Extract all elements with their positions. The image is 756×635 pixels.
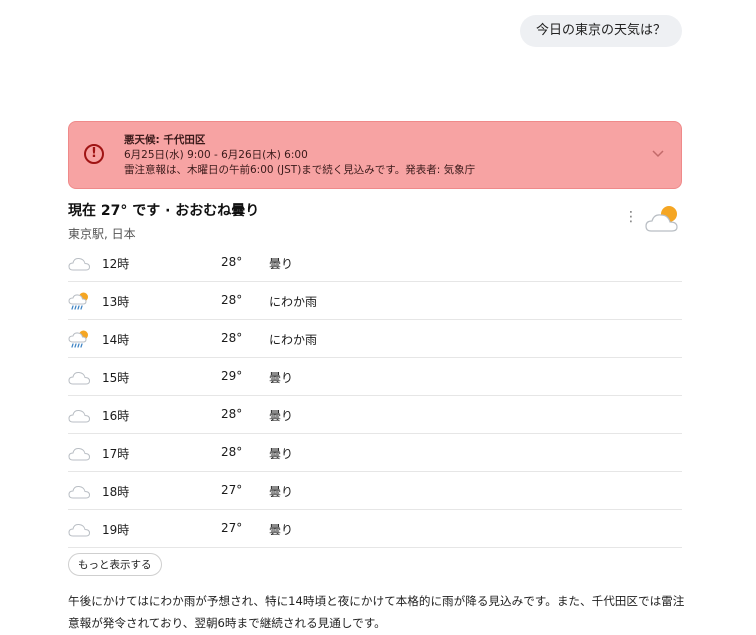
hour-temp: 28° bbox=[221, 407, 243, 421]
hourly-row: 12時 28° 曇り bbox=[68, 244, 682, 282]
hourly-row: 18時 27° 曇り bbox=[68, 472, 682, 510]
hour-temp: 28° bbox=[221, 255, 243, 269]
cloud-icon bbox=[68, 253, 92, 275]
hour-condition: にわか雨 bbox=[269, 333, 318, 347]
chevron-down-icon[interactable] bbox=[651, 146, 665, 160]
current-weather-title: 現在 27° です · おおむね曇り bbox=[68, 203, 260, 219]
current-weather-header: 現在 27° です · おおむね曇り 東京駅, 日本 bbox=[68, 200, 259, 242]
alert-text: 悪天候: 千代田区 6月25日(水) 9:00 - 6月26日(木) 6:00 … bbox=[124, 133, 475, 178]
hour-temp: 27° bbox=[221, 521, 243, 535]
hour-time: 17時 bbox=[102, 447, 130, 461]
hour-time: 18時 bbox=[102, 485, 130, 499]
partly-cloudy-icon bbox=[645, 206, 678, 232]
alert-circle-icon: ! bbox=[84, 144, 104, 164]
hour-temp: 28° bbox=[221, 445, 243, 459]
hour-time: 19時 bbox=[102, 523, 130, 537]
sun-rain-icon bbox=[68, 291, 92, 313]
hour-temp: 28° bbox=[221, 331, 243, 345]
hour-time: 15時 bbox=[102, 371, 130, 385]
hour-time: 13時 bbox=[102, 295, 130, 309]
alert-period: 6月25日(水) 9:00 - 6月26日(木) 6:00 bbox=[124, 149, 308, 161]
hourly-row: 16時 28° 曇り bbox=[68, 396, 682, 434]
hour-temp: 29° bbox=[221, 369, 243, 383]
sun-rain-icon bbox=[68, 329, 92, 351]
alert-detail: 雷注意報は、木曜日の午前6:00 (JST)まで続く見込みです。発表者: 気象庁 bbox=[124, 164, 476, 176]
hourly-row: 14時 28° にわか雨 bbox=[68, 320, 682, 358]
hourly-row: 15時 29° 曇り bbox=[68, 358, 682, 396]
hour-temp: 27° bbox=[221, 483, 243, 497]
hourly-row: 17時 28° 曇り bbox=[68, 434, 682, 472]
cloud-icon bbox=[68, 519, 92, 541]
hourly-row: 13時 28° にわか雨 bbox=[68, 282, 682, 320]
hour-time: 14時 bbox=[102, 333, 130, 347]
hour-condition: 曇り bbox=[269, 447, 294, 461]
user-message-bubble: 今日の東京の天気は？ bbox=[519, 15, 682, 47]
hour-time: 16時 bbox=[102, 409, 130, 423]
alert-title: 悪天候: 千代田区 bbox=[124, 134, 206, 146]
more-options-icon[interactable]: ⋮ bbox=[624, 208, 638, 226]
hourly-row: 19時 27° 曇り bbox=[68, 510, 682, 548]
hour-time: 12時 bbox=[102, 257, 130, 271]
hour-condition: 曇り bbox=[269, 523, 294, 537]
hourly-forecast-list: 12時 28° 曇り 13時 28° にわか雨 14時 28° にわか雨 15時 29° 曇り 16時 2… bbox=[68, 244, 682, 548]
hour-condition: 曇り bbox=[269, 409, 294, 423]
cloud-icon bbox=[68, 481, 92, 503]
hour-condition: 曇り bbox=[269, 371, 294, 385]
weather-summary-text: 午後にかけてはにわか雨が予想され、特に14時頃と夜にかけて本格的に雨が降る見込み… bbox=[68, 594, 685, 630]
cloud-icon bbox=[68, 405, 92, 427]
cloud-icon bbox=[68, 443, 92, 465]
location-label: 東京駅, 日本 bbox=[68, 227, 136, 241]
weather-alert-banner[interactable]: ! 悪天候: 千代田区 6月25日(水) 9:00 - 6月26日(木) 6:0… bbox=[68, 121, 682, 189]
hour-condition: にわか雨 bbox=[269, 295, 318, 309]
show-more-button[interactable]: もっと表示する bbox=[68, 553, 162, 576]
hour-condition: 曇り bbox=[269, 257, 294, 271]
hour-condition: 曇り bbox=[269, 485, 294, 499]
cloud-icon bbox=[68, 367, 92, 389]
hour-temp: 28° bbox=[221, 293, 243, 307]
